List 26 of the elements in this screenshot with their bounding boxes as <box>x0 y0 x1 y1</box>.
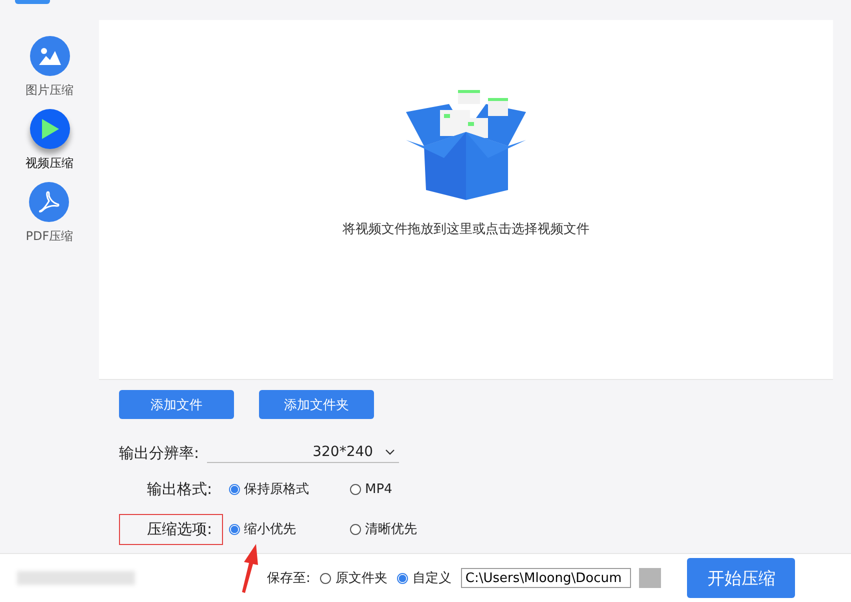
resolution-dropdown[interactable]: 320*240 <box>207 444 400 463</box>
radio-option[interactable]: 清晰优先 <box>350 520 465 538</box>
sidebar-label: 图片压缩 <box>26 82 74 99</box>
resolution-label: 输出分辨率: <box>119 444 200 463</box>
add-button[interactable]: 添加文件 <box>119 390 234 419</box>
add-button[interactable]: 添加文件夹 <box>259 390 374 419</box>
sidebar-label: PDF压缩 <box>26 228 74 245</box>
folder-button[interactable] <box>639 568 662 588</box>
radio-option[interactable]: 缩小优先 <box>229 520 344 538</box>
pdf-icon <box>37 190 62 214</box>
chevron-down-icon <box>385 449 396 455</box>
start-button[interactable]: 开始压缩 <box>687 558 796 598</box>
radio-option[interactable]: 自定义 <box>397 569 452 587</box>
option-label: 输出格式: <box>146 478 213 500</box>
radio-option[interactable]: 保持原格式 <box>229 480 344 498</box>
radio-option[interactable]: MP4 <box>350 482 465 496</box>
radio-option[interactable]: 原文件夹 <box>320 569 388 587</box>
app-logo-icon <box>15 0 50 4</box>
path-field[interactable]: C:\Users\Mloong\Docum <box>461 568 632 588</box>
image-icon <box>38 46 62 66</box>
sidebar-label: 视频压缩 <box>26 155 74 172</box>
option-label: 压缩选项: <box>119 514 223 544</box>
save-to-label: 保存至: <box>267 570 310 587</box>
drop-zone[interactable]: 将视频文件拖放到这里或点击选择视频文件 <box>99 20 833 380</box>
drop-hint: 将视频文件拖放到这里或点击选择视频文件 <box>342 221 590 238</box>
play-icon <box>40 118 60 140</box>
